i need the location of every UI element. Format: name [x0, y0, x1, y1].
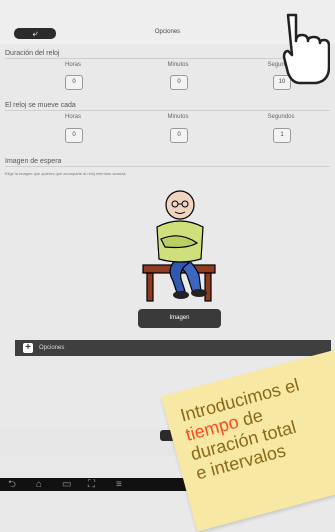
duration-minutes-label: Minutos	[167, 62, 189, 68]
sticky-note: Introducimos el tiempo de duración total…	[161, 348, 335, 532]
seated-person-pictogram	[142, 190, 216, 302]
interval-seconds-field[interactable]: 1	[273, 128, 291, 143]
interval-minutes-label: Minutos	[167, 114, 189, 120]
plus-icon: +	[23, 343, 33, 353]
options-bar[interactable]: + Opciones	[15, 340, 331, 356]
interval-hours-label: Horas	[64, 114, 81, 120]
duration-minutes-field[interactable]: 0	[170, 75, 188, 90]
interval-section-title: El reloj se mueve cada	[5, 102, 76, 109]
screenshot-icon[interactable]: ⛶	[88, 479, 95, 490]
image-button[interactable]: Imagen	[138, 309, 221, 328]
interval-minutes-field[interactable]: 0	[170, 128, 188, 143]
duration-hours-label: Horas	[64, 62, 81, 68]
interval-divider	[5, 110, 330, 111]
wait-image-title: Imagen de espera	[5, 158, 62, 165]
pointing-hand-icon	[282, 13, 330, 85]
options-bar-label: Opciones	[39, 345, 65, 351]
home-icon[interactable]: ⌂	[36, 479, 42, 490]
recent-apps-icon[interactable]: ▭	[62, 479, 71, 490]
wait-image-divider	[5, 166, 330, 167]
back-icon[interactable]: ⮌	[8, 479, 16, 490]
wait-image-hint: Elige la imagen que quieres que acompañe…	[5, 171, 127, 176]
interval-hours-field[interactable]: 0	[65, 128, 83, 143]
menu-icon[interactable]: ≡	[116, 479, 122, 490]
interval-seconds-label: Segundos	[267, 114, 295, 120]
duration-hours-field[interactable]: 0	[65, 75, 83, 90]
duration-section-title: Duración del reloj	[5, 50, 60, 57]
